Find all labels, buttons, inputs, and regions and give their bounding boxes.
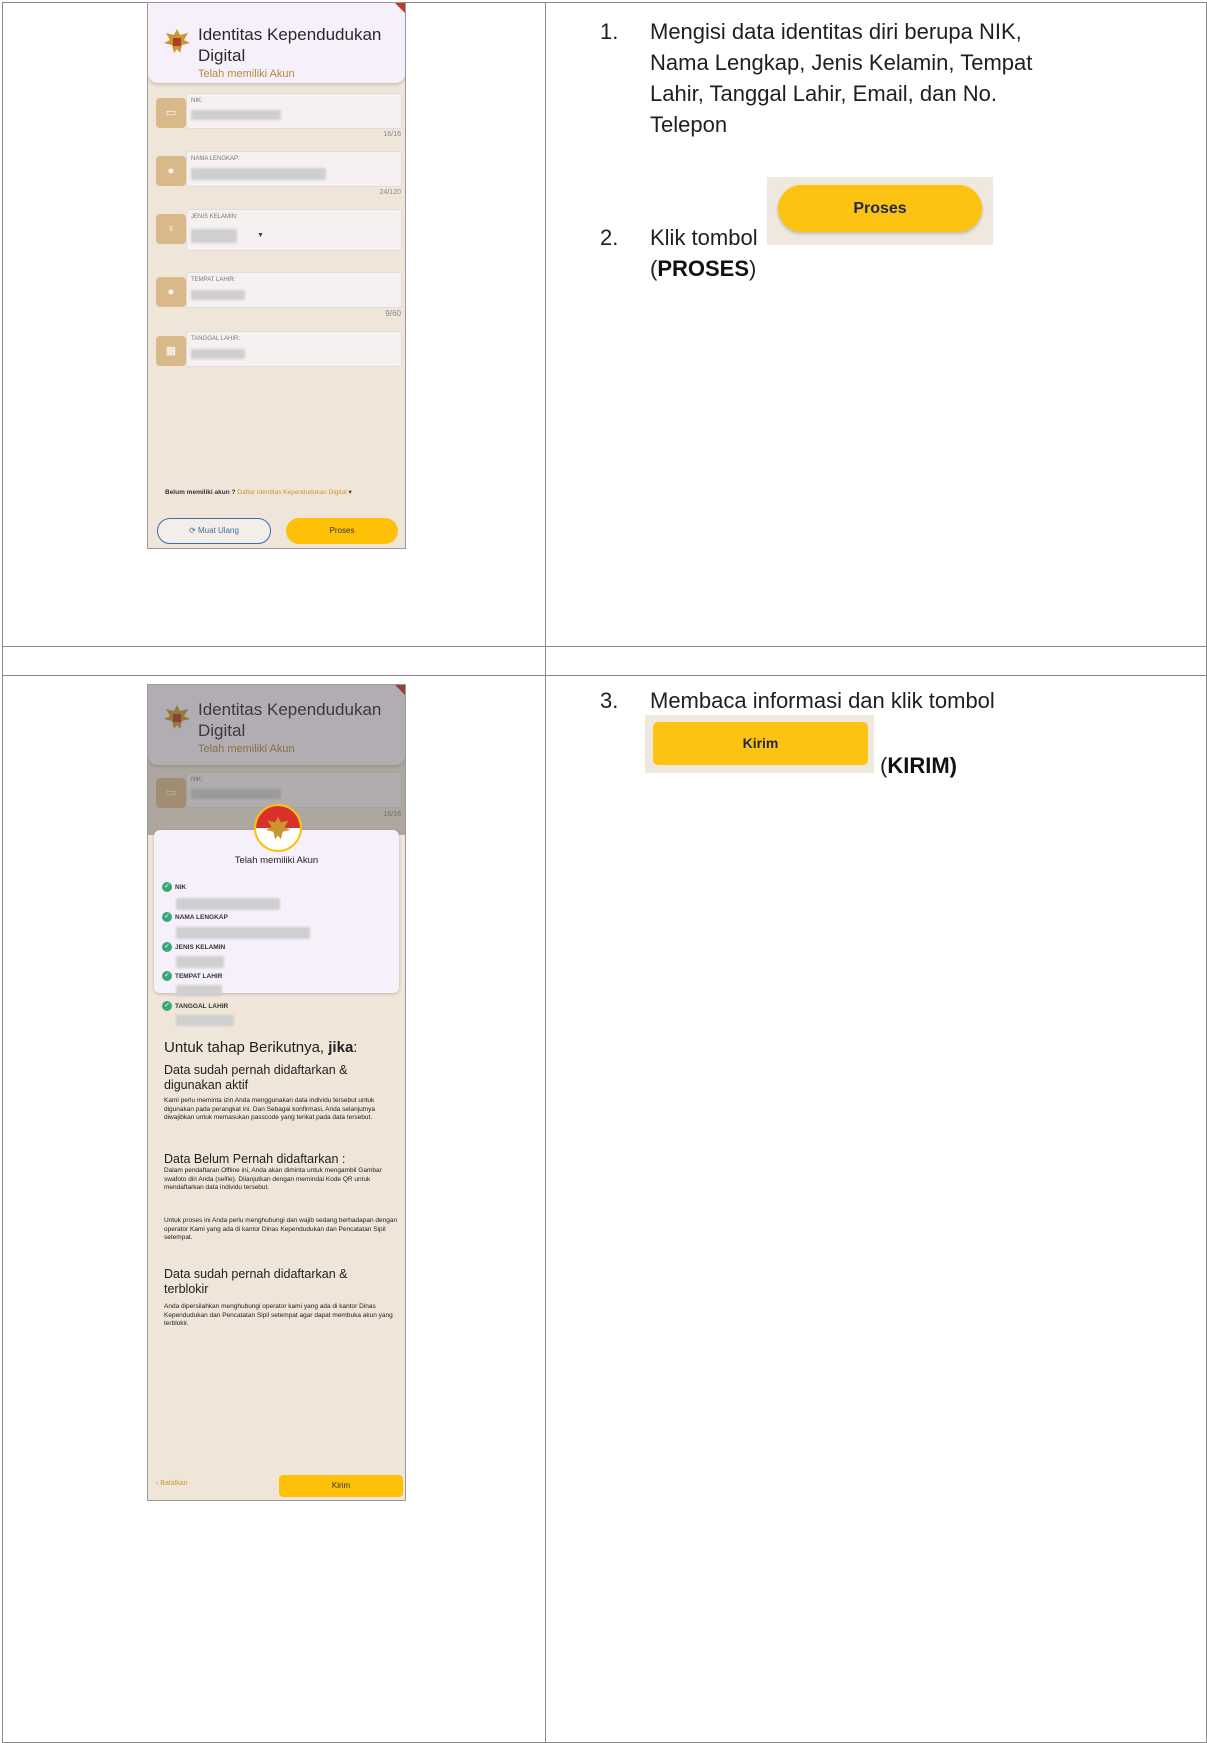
- garuda-emblem-badge: [254, 804, 302, 852]
- garuda-emblem-icon: [265, 816, 291, 840]
- nik-value: [191, 110, 281, 120]
- app-header: Identitas Kependudukan Digital Telah memi…: [148, 3, 405, 83]
- next-step-heading: Untuk tahap Berikutnya, jika:: [164, 1039, 358, 1056]
- section-blocked-title: Data sudah pernah didaftarkan & terbloki…: [164, 1267, 348, 1296]
- nama-counter: 24/120: [379, 189, 401, 196]
- check-icon: ✓: [162, 912, 172, 922]
- step-1: 1. Mengisi data identitas diri berupa NI…: [600, 19, 1033, 137]
- tanggal-lahir-field[interactable]: TANGGAL LAHIR:: [186, 331, 402, 367]
- phone-screenshot-confirmation: Identitas Kependudukan Digital Telah memi…: [147, 684, 406, 1501]
- jenis-kelamin-value: [191, 229, 237, 243]
- row-divider-top: [2, 646, 1206, 647]
- register-link[interactable]: Daftar Identitas Kependudukan Digital: [237, 489, 347, 496]
- section-active-body: Kami perlu meminta izin Anda menggunakan…: [164, 1097, 376, 1121]
- jenis-kelamin-dropdown[interactable]: JENIS KELAMIN: ▼: [186, 209, 402, 251]
- account-summary-card: Telah memiliki Akun ✓ NIK ✓ NAMA LENGKAP…: [154, 830, 399, 993]
- nama-value: [191, 168, 326, 180]
- reload-button[interactable]: ⟳ Muat Ulang: [157, 518, 271, 544]
- step-3-button-name: (KIRIM): [880, 753, 957, 778]
- section-blocked-body: Anda dipersilahkan menghubungi operator …: [164, 1303, 393, 1327]
- section-unregistered-title: Data Belum Pernah didaftarkan :: [164, 1152, 346, 1166]
- gender-icon: ♀: [156, 214, 186, 244]
- chevron-down-icon: ▼: [257, 232, 264, 239]
- check-icon: ✓: [162, 882, 172, 892]
- kirim-button[interactable]: Kirim: [279, 1475, 403, 1497]
- section-unregistered-body: Dalam pendaftaran Offline ini, Anda akan…: [164, 1167, 382, 1191]
- column-divider: [545, 2, 546, 1742]
- tempat-lahir-field[interactable]: TEMPAT LAHIR:: [186, 272, 402, 308]
- section-unregistered-body-2: Untuk proses ini Anda perlu menghubungi …: [164, 1217, 398, 1241]
- app-subtitle: Telah memiliki Akun: [198, 68, 295, 80]
- check-icon: ✓: [162, 942, 172, 952]
- cancel-button[interactable]: ‹ Batalkan: [156, 1480, 188, 1487]
- kirim-button-preview: Kirim: [653, 722, 868, 765]
- phone-screenshot-form: Identitas Kependudukan Digital Telah memi…: [147, 2, 406, 549]
- tempat-lahir-counter: 9/60: [385, 309, 401, 318]
- tempat-lahir-value: [191, 290, 245, 300]
- check-icon: ✓: [162, 1001, 172, 1011]
- proses-button[interactable]: Proses: [286, 518, 398, 544]
- garuda-emblem-icon: [164, 29, 190, 53]
- nik-counter: 16/16: [383, 131, 401, 138]
- corner-ribbon: [395, 3, 405, 13]
- id-card-icon: ▭: [156, 98, 186, 128]
- step-3: 3. Membaca informasi dan klik tombol: [600, 688, 995, 713]
- person-icon: ●: [156, 156, 186, 186]
- card-title: Telah memiliki Akun: [234, 855, 319, 866]
- tanggal-lahir-value: [191, 349, 245, 359]
- refresh-icon: ⟳: [189, 526, 196, 535]
- app-title: Identitas Kependudukan Digital: [198, 25, 382, 65]
- nama-field[interactable]: NAMA LENGKAP:: [186, 151, 402, 187]
- calendar-icon: ▦: [156, 336, 186, 366]
- step-2: 2. Klik tombol (PROSES): [600, 225, 758, 281]
- row-divider-bottom: [2, 675, 1206, 676]
- check-icon: ✓: [162, 971, 172, 981]
- location-pin-icon: ●: [156, 277, 186, 307]
- register-prompt: Belum memiliki akun ? Daftar Identitas K…: [165, 489, 352, 496]
- nik-field[interactable]: NIK:: [186, 93, 402, 129]
- section-active-title: Data sudah pernah didaftarkan & digunaka…: [164, 1063, 348, 1092]
